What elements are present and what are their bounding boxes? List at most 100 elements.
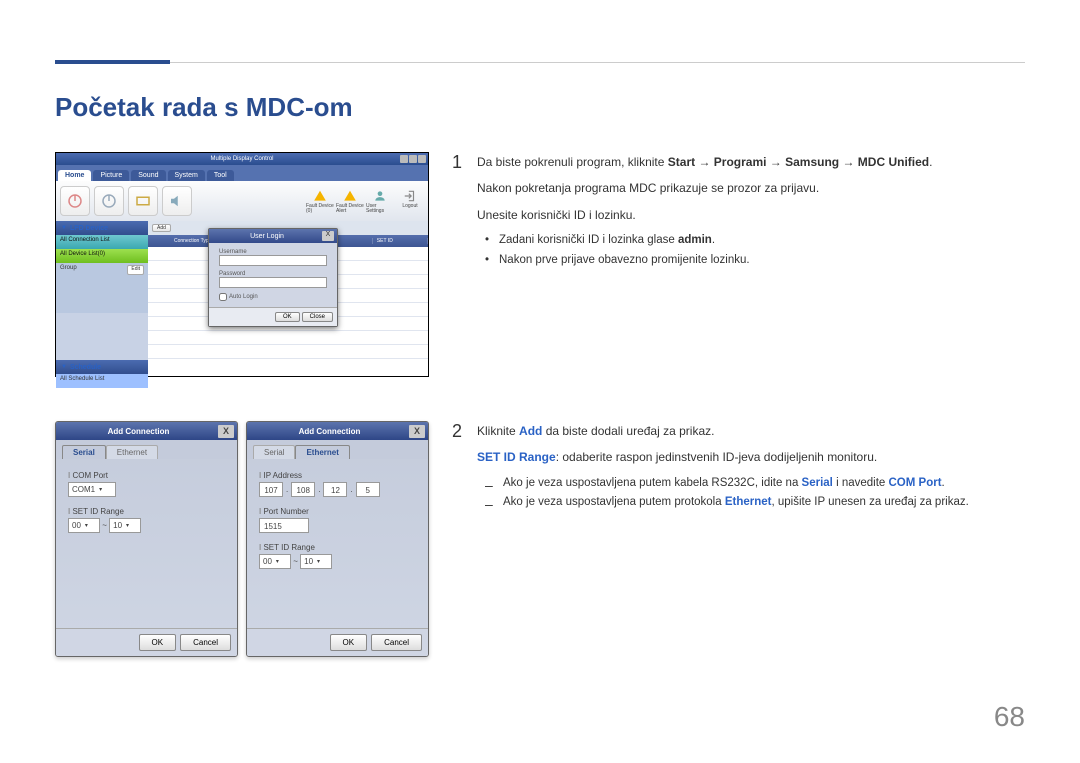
user-settings-button[interactable]: User Settings <box>366 189 394 214</box>
auto-login-checkbox[interactable]: Auto Login <box>219 293 327 301</box>
sidebar-all-conn-list[interactable]: All Connection List <box>56 235 148 249</box>
login-ok-button[interactable]: OK <box>275 312 300 322</box>
tab-tool[interactable]: Tool <box>207 170 234 181</box>
setid-range-label-serial: SET ID Range <box>68 507 225 516</box>
input-button[interactable] <box>128 186 158 216</box>
maximize-icon[interactable] <box>409 155 417 163</box>
username-field: Username <box>219 249 327 266</box>
window-title: Multiple Display Control <box>210 156 273 162</box>
sidebar-all-device-list[interactable]: All Device List(0) <box>56 249 148 263</box>
port-number-field: Port Number 1515 <box>259 507 416 533</box>
step-2: 2 Kliknite Add da biste dodali uređaj za… <box>451 421 1025 513</box>
power-off-button[interactable] <box>94 186 124 216</box>
step-1-bullet-1: Zadani korisnički ID i lozinka glase adm… <box>485 231 932 251</box>
sidebar-lfd-header[interactable]: LFD Device <box>56 221 148 235</box>
top-divider <box>55 62 1025 63</box>
ac-serial-close-icon[interactable]: X <box>218 425 234 438</box>
step-1-after1: Nakon pokretanja programa MDC prikazuje … <box>477 178 932 198</box>
step-1-body: Da biste pokrenuli program, kliknite Sta… <box>477 152 932 270</box>
tab-sound[interactable]: Sound <box>131 170 165 181</box>
tab-system[interactable]: System <box>168 170 205 181</box>
power-on-button[interactable] <box>60 186 90 216</box>
ip-address-label: IP Address <box>259 471 416 480</box>
setid-range-label-eth: SET ID Range <box>259 543 416 552</box>
user-settings-icon <box>373 189 387 203</box>
sidebar-group-area: Group Edit <box>56 263 148 313</box>
setid-keyword: SET ID Range <box>477 450 556 464</box>
ac-serial-header: Add Connection X <box>56 422 237 440</box>
ip-octet-4[interactable]: 5 <box>356 482 380 497</box>
fault-device-button[interactable]: Fault Device (0) <box>306 189 334 214</box>
minimize-icon[interactable] <box>400 155 408 163</box>
port-number-input[interactable]: 1515 <box>259 518 309 533</box>
top-divider-accent <box>55 60 170 64</box>
ip-octet-1[interactable]: 107 <box>259 482 283 497</box>
tab-home[interactable]: Home <box>58 170 91 181</box>
volume-button[interactable] <box>162 186 192 216</box>
grid-col-setid: SET ID <box>373 238 428 244</box>
password-input[interactable] <box>219 277 327 288</box>
step-2-dashes: Ako je veza uspostavljena putem kabela R… <box>485 474 969 513</box>
ip-octet-3[interactable]: 12 <box>323 482 347 497</box>
com-port-label: COM Port <box>68 471 225 480</box>
sidebar-schedule-header[interactable]: Schedule <box>56 360 148 374</box>
tab-picture[interactable]: Picture <box>93 170 129 181</box>
ac-eth-tab-ethernet[interactable]: Ethernet <box>295 445 349 459</box>
sidebar-edit-button[interactable]: Edit <box>127 265 144 275</box>
login-close-icon[interactable]: X <box>322 231 334 241</box>
ac-eth-tab-serial[interactable]: Serial <box>253 445 295 459</box>
port-number-label: Port Number <box>259 507 416 516</box>
close-icon[interactable] <box>418 155 426 163</box>
ip-address-field: IP Address 107. 108. 12. 5 <box>259 471 416 497</box>
grid-add-button[interactable]: Add <box>152 224 171 232</box>
ac-serial-cancel-button[interactable]: Cancel <box>180 634 231 651</box>
auto-login-input[interactable] <box>219 293 227 301</box>
setid-from-select-eth[interactable]: 00 <box>259 554 291 569</box>
step-1-path: Start → Programi → Samsung → MDC Unified <box>668 155 929 169</box>
ac-eth-ok-button[interactable]: OK <box>330 634 368 651</box>
setid-to-select-eth[interactable]: 10 <box>300 554 332 569</box>
page-number: 68 <box>994 701 1025 733</box>
com-port-field: COM Port COM1 <box>68 471 225 497</box>
setid-to-select[interactable]: 10 <box>109 518 141 533</box>
ac-eth-close-icon[interactable]: X <box>409 425 425 438</box>
login-close-button[interactable]: Close <box>302 312 333 322</box>
ac-serial-ok-button[interactable]: OK <box>139 634 177 651</box>
sidebar-group-label: Group <box>60 265 77 311</box>
alert-icon <box>343 189 357 203</box>
tilde: ~ <box>102 521 107 530</box>
fault-alert-button[interactable]: Fault Device Alert <box>336 189 364 214</box>
main-tabs: Home Picture Sound System Tool <box>56 165 428 181</box>
com-port-select[interactable]: COM1 <box>68 482 116 497</box>
page-title: Početak rada s MDC-om <box>55 92 353 123</box>
toolbar: Fault Device (0) Fault Device Alert User… <box>56 181 428 221</box>
step-1-after2: Unesite korisnički ID i lozinku. <box>477 205 932 225</box>
tilde-eth: ~ <box>293 557 298 566</box>
step-1-number: 1 <box>451 152 463 270</box>
step-1-bullet-2: Nakon prve prijave obavezno promijenite … <box>485 251 932 271</box>
ac-serial-tab-serial[interactable]: Serial <box>62 445 106 459</box>
setid-range-field-eth: SET ID Range 00 ~ 10 <box>259 543 416 569</box>
ip-octet-2[interactable]: 108 <box>291 482 315 497</box>
add-keyword: Add <box>519 424 542 438</box>
add-connection-ethernet: Add Connection X Serial Ethernet IP Addr… <box>246 421 429 657</box>
login-modal-title: User Login <box>212 233 322 240</box>
user-login-modal: User Login X Username Password Auto Logi… <box>208 228 338 327</box>
input-icon <box>134 192 152 210</box>
logout-button[interactable]: Logout <box>396 189 424 214</box>
logout-icon <box>403 189 417 203</box>
setid-from-select[interactable]: 00 <box>68 518 100 533</box>
volume-icon <box>168 192 186 210</box>
username-input[interactable] <box>219 255 327 266</box>
sidebar: LFD Device All Connection List All Devic… <box>56 221 148 376</box>
add-connection-serial: Add Connection X Serial Ethernet COM Por… <box>55 421 238 657</box>
ac-serial-title: Add Connection <box>59 427 218 436</box>
step-2-body: Kliknite Add da biste dodali uređaj za p… <box>477 421 969 513</box>
ac-serial-tab-ethernet[interactable]: Ethernet <box>106 445 158 459</box>
sidebar-all-schedule-list[interactable]: All Schedule List <box>56 374 148 388</box>
ac-eth-title: Add Connection <box>250 427 409 436</box>
power-icon <box>66 192 84 210</box>
ac-eth-cancel-button[interactable]: Cancel <box>371 634 422 651</box>
password-field: Password <box>219 271 327 288</box>
login-modal-header: User Login X <box>209 229 337 243</box>
